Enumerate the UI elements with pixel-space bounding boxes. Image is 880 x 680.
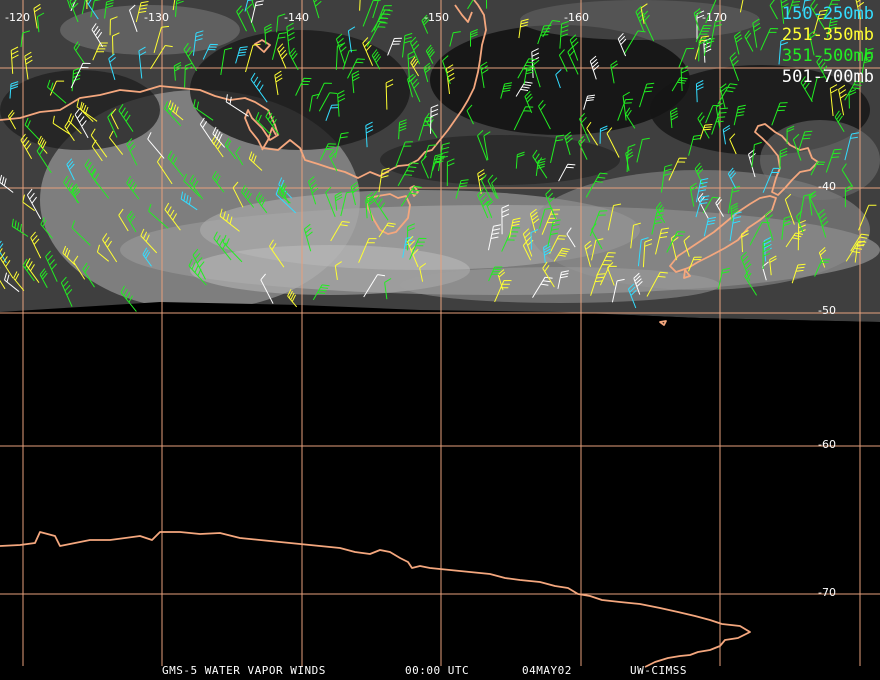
lat-label-50: -50 — [818, 304, 836, 317]
lon-label-140: -140 — [284, 11, 309, 24]
lat-label-60: -60 — [818, 438, 836, 451]
lon-label-150: -150 — [424, 11, 449, 24]
water-vapor-imagery — [0, 0, 880, 680]
legend-150-250: 150-250mb — [781, 4, 874, 24]
caption-date: 04MAY02 — [522, 664, 572, 677]
pressure-legend: 150-250mb 251-350mb 351-500mb 501-700mb — [782, 4, 874, 88]
lon-label-160: -160 — [564, 11, 589, 24]
legend-251-350: 251-350mb — [781, 25, 874, 45]
caption-product: GMS-5 WATER VAPOR WINDS — [162, 664, 326, 677]
satellite-map — [0, 0, 880, 680]
caption-time: 00:00 UTC — [405, 664, 470, 677]
lat-label-70: -70 — [818, 586, 836, 599]
lat-label-40: -40 — [818, 180, 836, 193]
legend-501-700: 501-700mb — [781, 67, 874, 87]
caption-source: UW-CIMSS — [630, 664, 687, 677]
legend-351-500: 351-500mb — [781, 46, 874, 66]
image-caption: GMS-5 WATER VAPOR WINDS 00:00 UTC 04MAY0… — [0, 664, 880, 678]
lon-label-170: -170 — [702, 11, 727, 24]
lon-label-120: -120 — [5, 11, 30, 24]
lon-label-130: -130 — [144, 11, 169, 24]
